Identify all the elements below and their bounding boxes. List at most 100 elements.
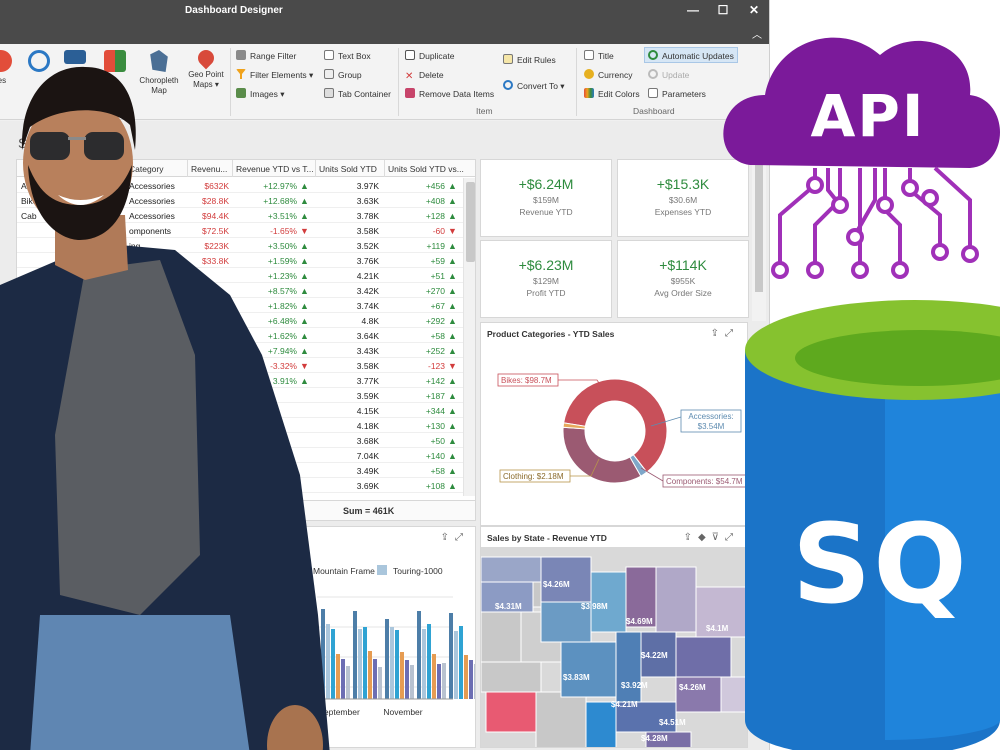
bar-series-2-group-1[interactable]	[363, 627, 367, 699]
bar-series-1-group-4[interactable]	[454, 631, 458, 699]
bar-series-0-group-3[interactable]	[417, 611, 421, 699]
bar-series-0-group-4[interactable]	[449, 613, 453, 699]
currency-button[interactable]: Currency	[584, 67, 632, 83]
bar-series-2-group-3[interactable]	[427, 624, 431, 699]
bar-series-3-group-0[interactable]	[336, 654, 340, 699]
sql-logo-text: SQ	[792, 500, 969, 628]
cell-units-sold: 3.58K	[356, 226, 379, 236]
title-button[interactable]: Title	[584, 48, 614, 64]
up-arrow-icon: ▲	[448, 376, 457, 386]
cell-units-sold: 3.68K	[356, 436, 379, 446]
up-arrow-icon: ▲	[448, 421, 457, 431]
up-arrow-icon: ▲	[448, 331, 457, 341]
grid-scrollbar[interactable]	[463, 178, 475, 496]
circuit-node	[831, 196, 849, 214]
cell-units-sold-vs: +58	[430, 466, 445, 476]
ribbon-tab-strip: ︿	[0, 22, 769, 44]
column-header-units-sold-vs[interactable]: Units Sold YTD vs...	[388, 164, 464, 174]
group-label-item: Item	[476, 106, 493, 116]
down-arrow-icon: ▼	[448, 226, 457, 236]
bar-series-2-group-0[interactable]	[331, 629, 335, 699]
up-arrow-icon: ▲	[448, 391, 457, 401]
circuit-node	[901, 179, 919, 197]
column-separator	[384, 160, 385, 177]
bar-series-3-group-4[interactable]	[464, 655, 468, 699]
bar-series-3-group-1[interactable]	[368, 651, 372, 699]
edit-rules-button[interactable]: Edit Rules	[503, 52, 556, 68]
text-box-button[interactable]: Text Box	[324, 48, 371, 64]
map-value-label: $3.83M	[563, 673, 590, 682]
bar-series-4-group-2[interactable]	[405, 660, 409, 699]
eraser-icon	[405, 88, 415, 98]
bar-series-2-group-2[interactable]	[395, 630, 399, 699]
circuit-node	[771, 261, 789, 279]
bar-series-3-group-2[interactable]	[400, 652, 404, 699]
card-profit-ytd[interactable]: +$6.23M $129M Profit YTD	[480, 240, 612, 318]
us-states-map[interactable]: $4.26M $4.31M $3.98M $4.69M $4.1M $4.22M…	[481, 527, 748, 748]
data-label-components: Components: $54.7M	[666, 477, 743, 486]
map-state[interactable]	[615, 631, 642, 703]
update-button[interactable]: Update	[648, 67, 689, 83]
edit-colors-button[interactable]: Edit Colors	[584, 86, 640, 102]
bar-series-3-group-3[interactable]	[432, 654, 436, 699]
bar-series-1-group-3[interactable]	[422, 629, 426, 699]
map-state[interactable]	[481, 611, 522, 663]
map-state[interactable]	[720, 676, 748, 713]
scrollbar-thumb[interactable]	[466, 182, 475, 262]
bar-series-1-group-2[interactable]	[390, 627, 394, 699]
bar-series-2-group-4[interactable]	[459, 626, 463, 699]
x-tick-label-november: November	[383, 707, 422, 717]
circuit-node	[851, 261, 869, 279]
bar-series-4-group-4[interactable]	[469, 660, 473, 699]
map-value-label: $4.1M	[706, 624, 729, 633]
bar-series-5-group-0[interactable]	[346, 666, 350, 699]
parameters-button[interactable]: Parameters	[648, 86, 706, 102]
bar-series-5-group-2[interactable]	[410, 665, 414, 699]
up-arrow-icon: ▲	[448, 181, 457, 191]
legend-swatch-touring-1000	[377, 565, 387, 575]
bar-series-5-group-1[interactable]	[378, 667, 382, 699]
api-logo-text: API	[810, 82, 926, 150]
delete-button[interactable]: ✕ Delete	[405, 67, 444, 83]
bar-series-0-group-1[interactable]	[353, 611, 357, 699]
map-state[interactable]	[481, 556, 542, 583]
bar-series-4-group-3[interactable]	[437, 664, 441, 699]
card-revenue-ytd[interactable]: +$6.24M $159M Revenue YTD	[480, 159, 612, 237]
map-state[interactable]	[481, 661, 542, 693]
map-state[interactable]	[560, 641, 617, 698]
pie-slice-components[interactable]	[562, 426, 642, 484]
minimize-button[interactable]: —	[683, 3, 703, 17]
bar-series-1-group-1[interactable]	[358, 629, 362, 699]
choropleth-map-panel: Sales by State - Revenue YTD ⇪◆⊽⤢ $4.26M…	[480, 526, 748, 748]
bar-series-0-group-2[interactable]	[385, 619, 389, 699]
update-icon	[648, 69, 658, 79]
title-icon	[584, 50, 594, 60]
cell-units-sold-vs: +50	[430, 436, 445, 446]
cell-units-sold-vs: +119	[426, 241, 445, 251]
duplicate-button[interactable]: Duplicate	[405, 48, 454, 64]
map-state[interactable]	[485, 691, 537, 733]
map-value-label: $4.26M	[679, 683, 706, 692]
cell-units-sold: 3.74K	[356, 301, 379, 311]
circuit-trace	[883, 168, 902, 268]
remove-data-items-button[interactable]: Remove Data Items	[405, 86, 494, 102]
sunglasses-bridge	[68, 137, 86, 140]
cell-units-sold-vs: +128	[425, 211, 445, 221]
map-state[interactable]	[675, 636, 732, 678]
presenter-photo	[0, 66, 330, 750]
bar-series-5-group-4[interactable]	[474, 664, 476, 699]
circuit-node	[891, 261, 909, 279]
bar-series-4-group-0[interactable]	[341, 659, 345, 699]
cell-units-sold: 4.8K	[361, 316, 380, 326]
bar-series-4-group-1[interactable]	[373, 659, 377, 699]
bar-series-5-group-3[interactable]	[442, 663, 446, 699]
convert-to-button[interactable]: Convert To ▾	[503, 78, 565, 94]
up-arrow-icon: ▲	[448, 466, 457, 476]
map-state[interactable]	[535, 691, 587, 748]
cell-units-sold: 3.42K	[356, 286, 379, 296]
map-state[interactable]	[655, 566, 697, 633]
cell-units-sold-vs: +51	[430, 271, 445, 281]
tab-container-button[interactable]: Tab Container	[324, 86, 391, 102]
cell-units-sold-vs: +59	[430, 256, 445, 266]
cell-units-sold: 3.49K	[356, 466, 379, 476]
